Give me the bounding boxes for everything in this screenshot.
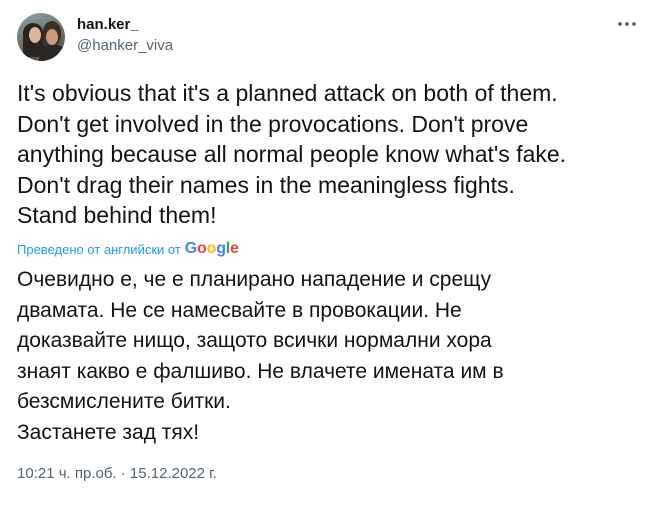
translated-text: Очевидно е, че е планирано нападение и с… — [17, 268, 504, 444]
tweet-text: It's obvious that it's a planned attack … — [17, 80, 567, 228]
avatar-face-right — [46, 29, 58, 45]
user-handle[interactable]: @hanker_viva — [77, 36, 173, 56]
more-button[interactable] — [612, 13, 642, 35]
google-logo: Google — [184, 240, 239, 257]
tweet-header: han.ker_ @hanker_viva — [17, 13, 642, 61]
author-names[interactable]: han.ker_ @hanker_viva — [77, 15, 173, 56]
avatar-figure-right — [39, 45, 65, 61]
tweet-card: han.ker_ @hanker_viva It's obvious that … — [0, 0, 659, 505]
translation-note-label[interactable]: Преведено от английски от — [17, 242, 181, 257]
more-horizontal-icon — [618, 22, 636, 26]
display-name[interactable]: han.ker_ — [77, 15, 173, 35]
avatar[interactable] — [17, 13, 65, 61]
tweet-timestamp[interactable]: 10:21 ч. пр.об. · 15.12.2022 г. — [17, 464, 217, 484]
translation-note[interactable]: Преведено от английски от Google — [17, 239, 239, 259]
avatar-face-left — [29, 27, 41, 43]
